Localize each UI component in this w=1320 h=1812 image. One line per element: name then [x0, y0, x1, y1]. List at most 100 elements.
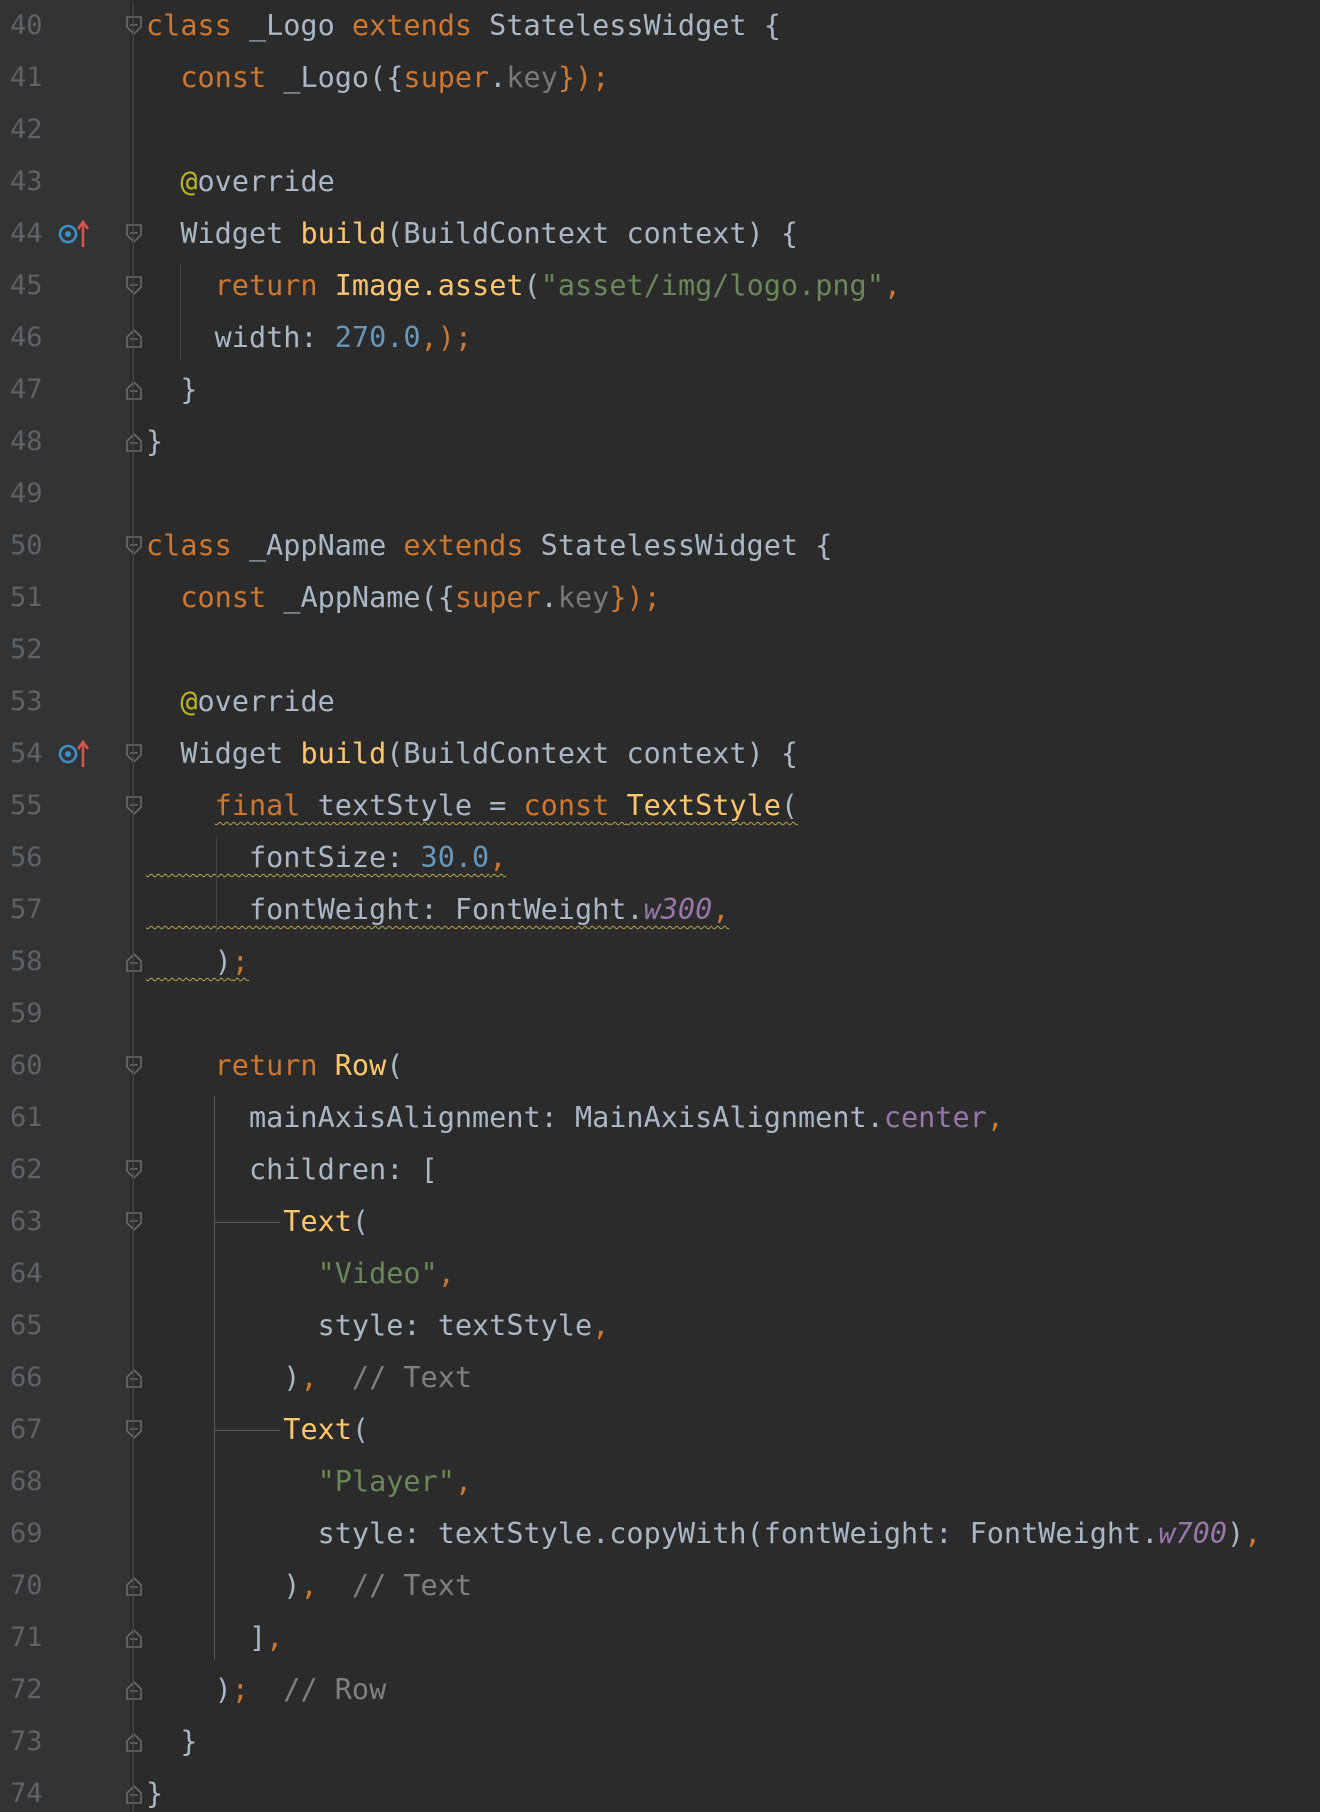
fold-open-icon[interactable] [124, 535, 144, 557]
fold-end-icon[interactable] [124, 431, 144, 453]
code-line[interactable]: 52 [0, 624, 1320, 676]
code-token: override [197, 685, 335, 718]
code-line[interactable]: 54 Widget build(BuildContext context) { [0, 728, 1320, 780]
code-token: extends [403, 529, 524, 562]
code-token: override [197, 165, 335, 198]
fold-end-icon[interactable] [124, 951, 144, 973]
code-line[interactable]: 72 ); // Row [0, 1664, 1320, 1716]
line-number: 74 [10, 1778, 43, 1809]
code-token: , [300, 1361, 318, 1394]
code-line[interactable]: 41 const _Logo({super.key}); [0, 52, 1320, 104]
line-number: 54 [10, 738, 43, 769]
code-token: Widget [146, 217, 301, 250]
line-number: 56 [10, 842, 43, 873]
line-number: 41 [10, 62, 43, 93]
code-token: . [489, 61, 507, 94]
code-token: ] [146, 1621, 267, 1654]
code-line[interactable]: 73 } [0, 1716, 1320, 1768]
line-number: 71 [10, 1622, 43, 1653]
code-editor[interactable]: 40 class _Logo extends StatelessWidget {4… [0, 0, 1320, 1812]
code-token: , [454, 1465, 473, 1498]
code-line[interactable]: 62 children: [ [0, 1144, 1320, 1196]
code-line[interactable]: 64 "Video", [0, 1248, 1320, 1300]
code-line[interactable]: 51 const _AppName({super.key}); [0, 572, 1320, 624]
indent-guide [216, 836, 217, 932]
code-line[interactable]: 48} [0, 416, 1320, 468]
code-line[interactable]: 57 fontWeight: FontWeight.w300, [0, 884, 1320, 936]
code-text: const _AppName({super.key}); [146, 572, 661, 624]
code-token: super [403, 61, 490, 94]
code-line[interactable]: 60 return Row( [0, 1040, 1320, 1092]
code-line[interactable]: 74} [0, 1768, 1320, 1812]
code-token: , [592, 1309, 610, 1342]
code-line[interactable]: 71 ], [0, 1612, 1320, 1664]
code-line[interactable]: 67 Text( [0, 1404, 1320, 1456]
code-line[interactable]: 40 class _Logo extends StatelessWidget { [0, 0, 1320, 52]
line-number: 52 [10, 634, 43, 665]
code-line[interactable]: 69 style: textStyle.copyWith(fontWeight:… [0, 1508, 1320, 1560]
fold-open-icon[interactable] [124, 1159, 144, 1181]
line-number: 40 [10, 10, 43, 41]
fold-end-icon[interactable] [124, 1575, 144, 1597]
code-line[interactable]: 49 [0, 468, 1320, 520]
override-marker-icon[interactable] [56, 738, 92, 770]
code-text: fontWeight: FontWeight.w300, [146, 884, 729, 936]
code-token: Text [283, 1205, 352, 1238]
override-marker-icon[interactable] [56, 218, 92, 250]
code-line[interactable]: 58 ); [0, 936, 1320, 988]
code-line[interactable]: 46 width: 270.0,); [0, 312, 1320, 364]
code-line[interactable]: 56 fontSize: 30.0, [0, 832, 1320, 884]
fold-open-icon[interactable] [124, 795, 144, 817]
code-token: // Text [317, 1361, 473, 1394]
fold-end-icon[interactable] [124, 327, 144, 349]
code-line[interactable]: 63 Text( [0, 1196, 1320, 1248]
code-line[interactable]: 61 mainAxisAlignment: MainAxisAlignment.… [0, 1092, 1320, 1144]
code-token: ( [386, 1049, 404, 1082]
line-number: 48 [10, 426, 43, 457]
code-token: StatelessWidget { [472, 9, 781, 42]
code-token: ; [231, 1673, 249, 1706]
code-line[interactable]: 65 style: textStyle, [0, 1300, 1320, 1352]
code-token: ) [146, 1569, 301, 1602]
fold-open-icon[interactable] [124, 275, 144, 297]
code-token: w700 [1158, 1517, 1227, 1550]
code-line[interactable]: 53 @override [0, 676, 1320, 728]
code-token: 30.0 [420, 841, 490, 874]
fold-end-icon[interactable] [124, 1367, 144, 1389]
code-line[interactable]: 45 return Image.asset("asset/img/logo.pn… [0, 260, 1320, 312]
fold-open-icon[interactable] [124, 743, 144, 765]
code-line[interactable]: 42 [0, 104, 1320, 156]
fold-end-icon[interactable] [124, 1679, 144, 1701]
fold-end-icon[interactable] [124, 379, 144, 401]
code-line[interactable]: 50 class _AppName extends StatelessWidget… [0, 520, 1320, 572]
code-line[interactable]: 66 ), // Text [0, 1352, 1320, 1404]
code-token: const [180, 581, 267, 614]
fold-end-icon[interactable] [124, 1731, 144, 1753]
fold-open-icon[interactable] [124, 223, 144, 245]
code-line[interactable]: 44 Widget build(BuildContext context) { [0, 208, 1320, 260]
code-line[interactable]: 70 ), // Text [0, 1560, 1320, 1612]
fold-open-icon[interactable] [124, 1211, 144, 1233]
line-number: 57 [10, 894, 43, 925]
code-token: ) [146, 1361, 301, 1394]
fold-open-icon[interactable] [124, 15, 144, 37]
code-token: @ [180, 165, 198, 198]
code-token: ) [146, 1673, 232, 1706]
fold-end-icon[interactable] [124, 1783, 144, 1805]
code-line[interactable]: 55 final textStyle = const TextStyle( [0, 780, 1320, 832]
fold-open-icon[interactable] [124, 1055, 144, 1077]
code-token: ; [231, 945, 249, 978]
code-token: "asset/img/logo.png" [540, 269, 884, 302]
code-line[interactable]: 47 } [0, 364, 1320, 416]
code-token: }); [609, 581, 661, 614]
code-line[interactable]: 59 [0, 988, 1320, 1040]
code-line[interactable]: 68 "Player", [0, 1456, 1320, 1508]
code-text: class _AppName extends StatelessWidget { [146, 520, 832, 572]
code-line[interactable]: 43 @override [0, 156, 1320, 208]
fold-end-icon[interactable] [124, 1627, 144, 1649]
code-token: (BuildContext context) { [386, 737, 799, 770]
fold-open-icon[interactable] [124, 1419, 144, 1441]
